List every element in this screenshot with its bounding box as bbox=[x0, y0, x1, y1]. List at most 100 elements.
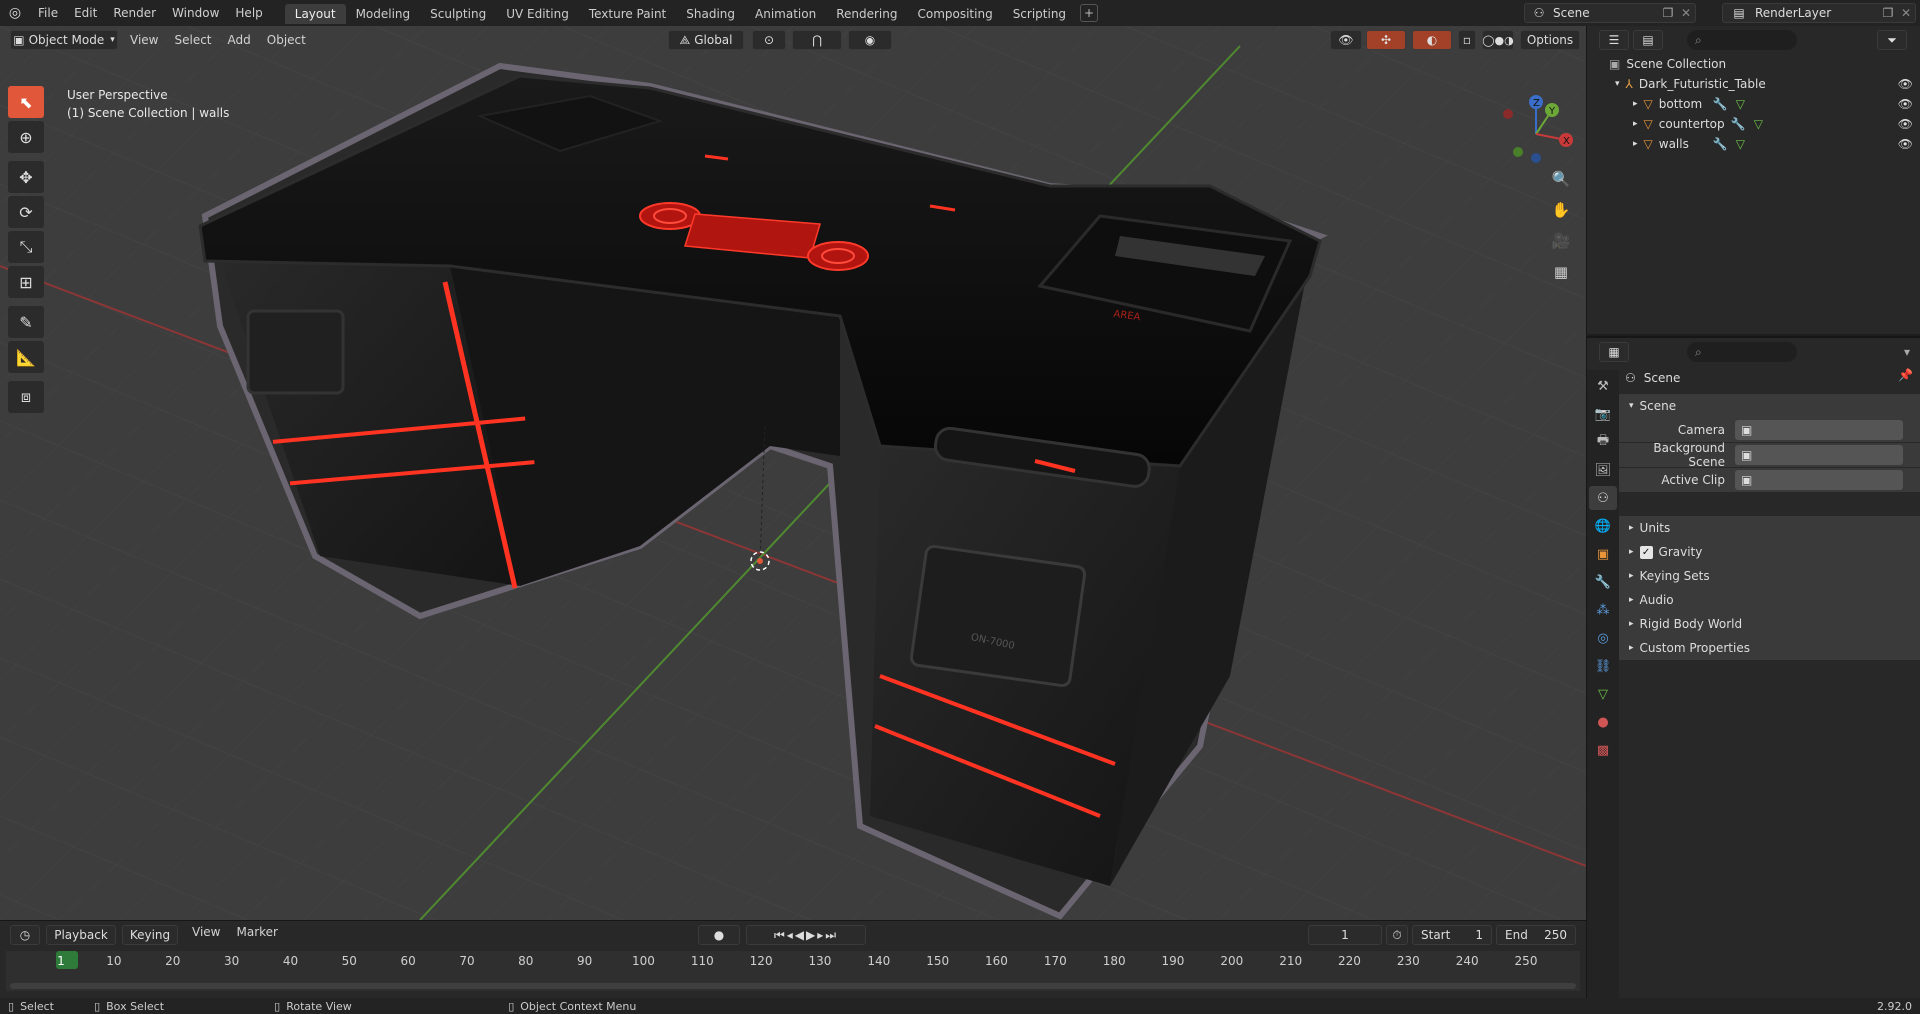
visibility-button[interactable]: 👁 bbox=[1330, 30, 1362, 50]
gravity-checkbox[interactable]: ✓ bbox=[1639, 545, 1653, 559]
panel-rigid-body-world[interactable]: ▸ Rigid Body World bbox=[1619, 612, 1920, 636]
cursor-tool[interactable]: ⊕ bbox=[8, 121, 44, 153]
tab-shading[interactable]: Shading bbox=[676, 4, 745, 24]
panel-keying-sets[interactable]: ▸ Keying Sets bbox=[1619, 564, 1920, 588]
camera-view-icon[interactable]: 🎥 bbox=[1548, 228, 1574, 254]
3d-viewport[interactable]: ON-7000 AREA ▣ Object Mode ▾ View Select A… bbox=[0, 26, 1586, 920]
modifier-tab-icon[interactable]: 🔧 bbox=[1589, 570, 1617, 594]
outliner-row-collection[interactable]: ▾ ⅄ Dark_Futuristic_Table 👁 bbox=[1587, 74, 1920, 94]
object-tab-icon[interactable]: ▣ bbox=[1589, 542, 1617, 566]
outliner[interactable]: ☰ ▤ ⌕ ⏷ ▣ Scene Collection ▾ ⅄ Dark_Futu… bbox=[1586, 26, 1920, 334]
eye-visibility-icon[interactable]: 👁 bbox=[1898, 117, 1913, 131]
navigation-gizmo[interactable]: Z Y X bbox=[1496, 92, 1576, 172]
add-cube-tool[interactable]: ⧈ bbox=[8, 381, 44, 413]
scene-selector[interactable]: ⚇ Scene ❐ ✕ bbox=[1524, 3, 1696, 23]
eye-visibility-icon[interactable]: 👁 bbox=[1898, 97, 1913, 111]
expand-arrow-icon[interactable]: ▾ bbox=[1615, 79, 1620, 89]
options-button[interactable]: Options bbox=[1520, 30, 1580, 50]
outliner-row-countertop[interactable]: ▸ ▽ countertop 🔧 ▽ 👁 bbox=[1587, 114, 1920, 134]
tab-sculpting[interactable]: Sculpting bbox=[420, 4, 496, 24]
pin-icon[interactable]: 📌 bbox=[1898, 368, 1913, 382]
transform-orientation-selector[interactable]: ⟁ Global bbox=[668, 30, 744, 50]
expand-arrow-icon[interactable]: ▸ bbox=[1633, 99, 1638, 109]
current-frame-field[interactable]: 1 bbox=[1308, 925, 1382, 945]
tool-tab-icon[interactable]: ⚒ bbox=[1589, 374, 1617, 398]
viewport-menu-object[interactable]: Object bbox=[259, 33, 314, 47]
field-value[interactable]: ▣ bbox=[1735, 420, 1903, 440]
viewport-menu-select[interactable]: Select bbox=[166, 33, 219, 47]
field-value[interactable]: ▣ bbox=[1735, 445, 1903, 465]
panel-custom-properties[interactable]: ▸ Custom Properties bbox=[1619, 636, 1920, 660]
frame-ruler[interactable]: 1 10 20 30 40 50 60 70 80 90 100 110 120 130 140 150 160… bbox=[6, 951, 1580, 991]
snap-button[interactable]: ⋂ bbox=[792, 30, 842, 50]
tab-compositing[interactable]: Compositing bbox=[907, 4, 1002, 24]
select-box-tool[interactable]: ⬉ bbox=[8, 86, 44, 118]
move-tool[interactable]: ✥ bbox=[8, 161, 44, 193]
shading-mode-buttons[interactable]: ◯●◑ bbox=[1482, 30, 1514, 50]
menu-file[interactable]: File bbox=[30, 0, 66, 26]
viewport-menu-add[interactable]: Add bbox=[220, 33, 259, 47]
pivot-point-button[interactable]: ⊙ bbox=[752, 30, 786, 50]
tab-scripting[interactable]: Scripting bbox=[1003, 4, 1076, 24]
copy-view-layer-icon[interactable]: ❐ bbox=[1879, 6, 1897, 20]
timeline-scrollbar[interactable] bbox=[10, 983, 1576, 989]
hand-pan-icon[interactable]: ✋ bbox=[1548, 197, 1574, 223]
panel-audio[interactable]: ▸ Audio bbox=[1619, 588, 1920, 612]
timeline-menu-keying[interactable]: Keying bbox=[122, 925, 178, 945]
outliner-row-walls[interactable]: ▸ ▽ walls 🔧 ▽ 👁 bbox=[1587, 134, 1920, 154]
timeline-menu-view[interactable]: View bbox=[184, 925, 228, 945]
expand-arrow-icon[interactable]: ▸ bbox=[1633, 119, 1638, 129]
transform-tool[interactable]: ⊞ bbox=[8, 266, 44, 298]
view-layer-tab-icon[interactable]: 🖼 bbox=[1589, 458, 1617, 482]
display-mode-button[interactable]: ▤ bbox=[1633, 30, 1663, 50]
filter-button[interactable]: ⏷ bbox=[1877, 30, 1907, 50]
data-tab-icon[interactable]: ▽ bbox=[1589, 682, 1617, 706]
tab-rendering[interactable]: Rendering bbox=[826, 4, 907, 24]
field-value[interactable]: ▣ bbox=[1735, 470, 1903, 490]
end-frame-field[interactable]: End 250 bbox=[1496, 925, 1576, 945]
tab-animation[interactable]: Animation bbox=[745, 4, 826, 24]
scene-tab-icon[interactable]: ⚇ bbox=[1589, 486, 1617, 510]
viewport-menu-view[interactable]: View bbox=[122, 33, 166, 47]
remove-view-layer-icon[interactable]: ✕ bbox=[1897, 6, 1915, 20]
outliner-row-scene-collection[interactable]: ▣ Scene Collection bbox=[1587, 54, 1920, 74]
editor-type-button[interactable]: ◷ bbox=[10, 925, 40, 945]
rotate-tool[interactable]: ⟳ bbox=[8, 196, 44, 228]
xray-button[interactable]: ▫ bbox=[1458, 30, 1476, 50]
tab-layout[interactable]: Layout bbox=[284, 4, 346, 24]
panel-gravity[interactable]: ▸ ✓ Gravity bbox=[1619, 540, 1920, 564]
remove-scene-icon[interactable]: ✕ bbox=[1677, 6, 1695, 20]
timeline-editor[interactable]: ◷ Playback Keying View Marker ● ⏮◂◀▶▸⏭ 1 ⏱ … bbox=[0, 920, 1586, 998]
outliner-row-bottom[interactable]: ▸ ▽ bottom 🔧 ▽ 👁 bbox=[1587, 94, 1920, 114]
overlays-toggle-button[interactable]: ◐ bbox=[1412, 30, 1452, 50]
output-tab-icon[interactable]: 🖶 bbox=[1589, 430, 1617, 454]
preview-range-button[interactable]: ⏱ bbox=[1386, 925, 1408, 945]
expand-arrow-icon[interactable]: ▸ bbox=[1633, 139, 1638, 149]
menu-render[interactable]: Render bbox=[105, 0, 164, 26]
scale-tool[interactable]: ⤡ bbox=[8, 231, 44, 263]
gizmo-toggle-button[interactable]: ✣ bbox=[1366, 30, 1406, 50]
copy-scene-icon[interactable]: ❐ bbox=[1659, 6, 1677, 20]
physics-tab-icon[interactable]: ◎ bbox=[1589, 626, 1617, 650]
panel-units[interactable]: ▸ Units bbox=[1619, 516, 1920, 540]
tab-modeling[interactable]: Modeling bbox=[346, 4, 421, 24]
blender-logo-icon[interactable]: ◎ bbox=[0, 0, 30, 26]
proportional-edit-button[interactable]: ◉ bbox=[848, 30, 892, 50]
outliner-editor-type[interactable]: ☰ bbox=[1599, 30, 1629, 50]
scene-panel-header[interactable]: ▾ Scene bbox=[1619, 394, 1920, 418]
properties-editor[interactable]: ▦ ⌕ ▾ ⚒ 📷 🖶 🖼 ⚇ 🌐 ▣ 🔧 ⁂ ◎ ⛓ ▽ ● ▩ ⚇ Scen… bbox=[1586, 336, 1920, 1000]
viewport-scene[interactable]: ON-7000 AREA bbox=[0, 26, 1586, 920]
add-workspace-button[interactable]: + bbox=[1080, 4, 1099, 22]
constraints-tab-icon[interactable]: ⛓ bbox=[1589, 654, 1617, 678]
playback-controls[interactable]: ⏮◂◀▶▸⏭ bbox=[746, 925, 866, 945]
menu-edit[interactable]: Edit bbox=[66, 0, 105, 26]
tab-texture-paint[interactable]: Texture Paint bbox=[579, 4, 676, 24]
render-tab-icon[interactable]: 📷 bbox=[1589, 402, 1617, 426]
timeline-menu-marker[interactable]: Marker bbox=[228, 925, 285, 945]
texture-tab-icon[interactable]: ▩ bbox=[1589, 738, 1617, 762]
material-tab-icon[interactable]: ● bbox=[1589, 710, 1617, 734]
mode-selector[interactable]: ▣ Object Mode ▾ bbox=[10, 30, 118, 50]
world-tab-icon[interactable]: 🌐 bbox=[1589, 514, 1617, 538]
view-layer-selector[interactable]: ▤ RenderLayer ❐ ✕ bbox=[1722, 3, 1916, 23]
measure-tool[interactable]: 📐 bbox=[8, 341, 44, 373]
